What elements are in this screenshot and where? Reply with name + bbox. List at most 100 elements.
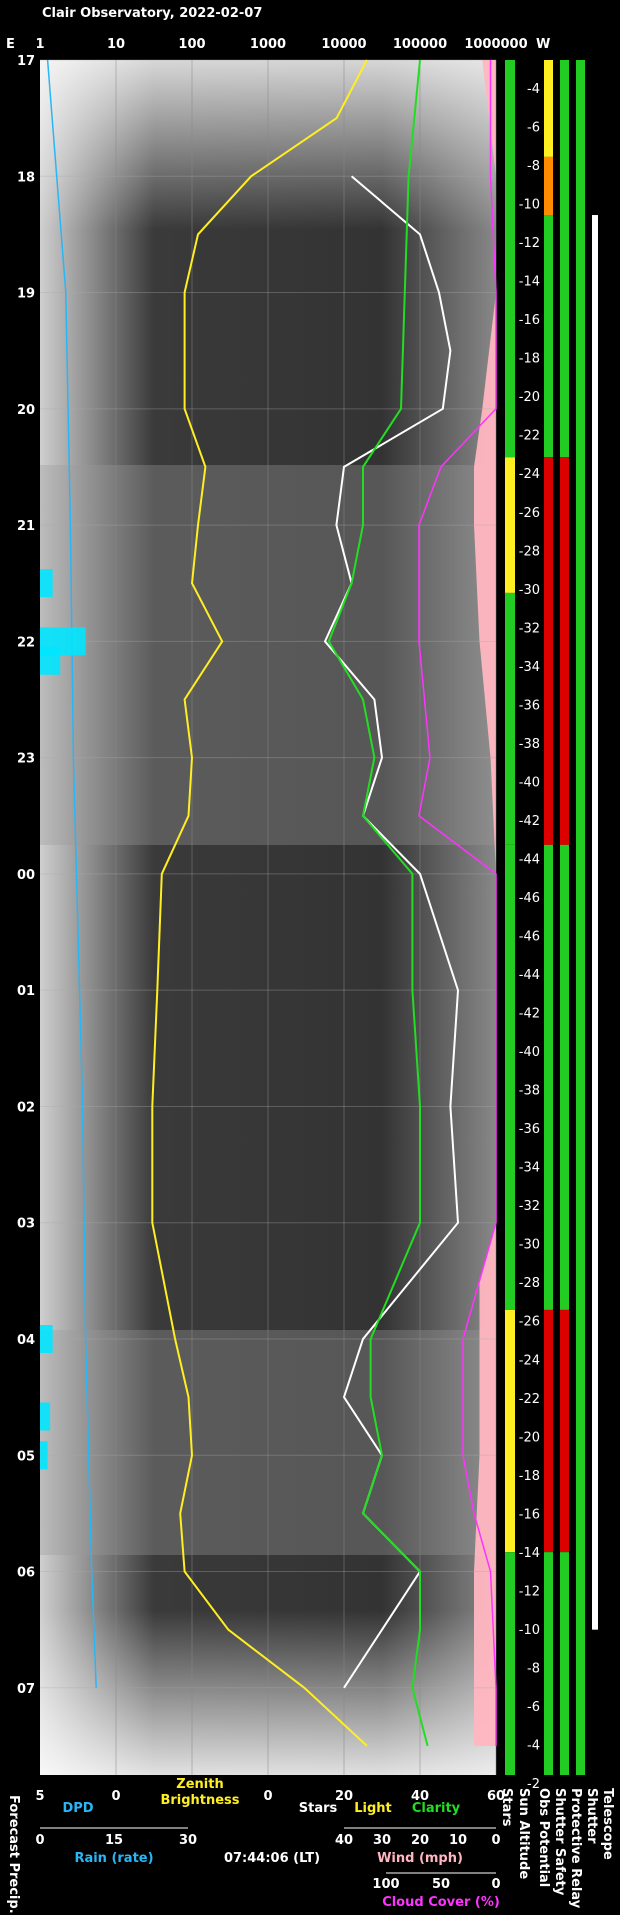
cloud-tick: 0 [491, 1877, 500, 1892]
sun-altitude-tick: -16 [519, 1507, 540, 1522]
sun-altitude-tick: -38 [519, 737, 540, 752]
hour-label: 04 [17, 1333, 35, 1348]
sun-altitude-tick: -44 [519, 852, 540, 867]
rain-tick: 30 [179, 1833, 197, 1848]
forecast-precip-label: Forecast Precip. [6, 1795, 21, 1914]
stars-column-segment [505, 60, 515, 458]
column-label: Sun Altitude [516, 1788, 531, 1879]
top-axis: E W 1 10 100 1000 10000 100000 1000000 [6, 37, 550, 52]
hour-label: 03 [17, 1217, 35, 1232]
sun-altitude-tick: -4 [527, 82, 540, 97]
cloud-tick: 50 [432, 1877, 450, 1892]
sun-altitude-tick: -46 [519, 930, 540, 945]
stars-column-segment [505, 1552, 515, 1775]
rain-bar [40, 1441, 48, 1470]
sun-altitude-tick: -30 [519, 583, 540, 598]
rain-axis-label: Rain (rate) [74, 1851, 153, 1866]
sun-altitude-tick: -6 [527, 1700, 540, 1715]
sun-altitude-tick: -22 [519, 429, 540, 444]
dpd-tick: 0 [111, 1789, 120, 1804]
hour-label: 22 [17, 635, 35, 650]
hour-label: 06 [17, 1566, 35, 1581]
hour-label: 20 [17, 403, 35, 418]
sun-altitude-tick: -24 [519, 1353, 540, 1368]
sun-altitude-tick: -40 [519, 1045, 540, 1060]
hour-labels: 17 18 19 20 21 22 23 00 01 02 03 04 05 06 07 [17, 54, 35, 1697]
sun-altitude-tick: -30 [519, 1238, 540, 1253]
sun-altitude-tick: -42 [519, 1007, 540, 1022]
column-label: Obs Potential [536, 1788, 551, 1887]
hour-label: 05 [17, 1449, 35, 1464]
west-label: W [536, 37, 550, 52]
obs-potential-segment [544, 1552, 553, 1775]
wind-tick: 20 [411, 1833, 429, 1848]
shutter-safety-segment [560, 1309, 569, 1553]
hour-label: 07 [17, 1682, 35, 1697]
stars-axis-label: Stars [299, 1801, 338, 1816]
rain-bar [40, 1402, 51, 1431]
top-tick-label: 100 [178, 37, 205, 52]
sun-altitude-tick: -40 [519, 775, 540, 790]
wind-tick: 10 [449, 1833, 467, 1848]
obs-potential-segment [544, 1309, 553, 1553]
sun-altitude-ticks: -4 -6 -8 -10 -12 -14 -16 -18 -20 -22 -24 -26 -28 -30 -… [519, 82, 540, 1792]
wind-tick: 0 [491, 1833, 500, 1848]
hour-label: 19 [17, 287, 35, 302]
top-tick-label: 1 [35, 37, 44, 52]
stars-tick: 20 [335, 1789, 353, 1804]
sun-altitude-tick: -32 [519, 1199, 540, 1214]
hour-label: 21 [17, 519, 35, 534]
shutter-safety-segment [560, 1552, 569, 1775]
shutter-safety-segment [560, 457, 569, 845]
protective-relay-segment [576, 60, 585, 1775]
sun-altitude-tick: -4 [527, 1738, 540, 1753]
stars-column-segment [505, 1309, 515, 1553]
rain-bar [40, 646, 61, 675]
obs-potential-segment [544, 215, 553, 458]
column-label: Shutter Safety [552, 1788, 567, 1896]
column-label: Protective Relay [568, 1788, 583, 1909]
sun-altitude-tick: -38 [519, 1084, 540, 1099]
column-label: Shutter [584, 1788, 599, 1844]
stars-column-segment [505, 457, 515, 593]
east-label: E [6, 37, 15, 52]
sun-altitude-tick: -36 [519, 698, 540, 713]
shutter-safety-segment [560, 844, 569, 1310]
cloud-tick: 100 [372, 1877, 399, 1892]
column-label: Telescope [600, 1788, 615, 1860]
rain-tick: 0 [35, 1833, 44, 1848]
obs-potential-segment [544, 156, 553, 216]
sun-altitude-tick: -14 [519, 1546, 540, 1561]
sun-altitude-tick: -42 [519, 814, 540, 829]
dpd-tick: 5 [35, 1789, 44, 1804]
sun-altitude-tick: -12 [519, 236, 540, 251]
column-label: Stars [499, 1788, 514, 1827]
sun-altitude-tick: -8 [527, 159, 540, 174]
stars-column-segment [505, 844, 515, 1310]
stars-column-segment [505, 592, 515, 845]
rain-tick: 15 [105, 1833, 123, 1848]
top-tick-label: 1000000 [464, 37, 527, 52]
sun-altitude-tick: -20 [519, 390, 540, 405]
stars-tick: 40 [411, 1789, 429, 1804]
hour-label: 18 [17, 170, 35, 185]
sun-altitude-tick: -22 [519, 1392, 540, 1407]
light-axis-label: Light [354, 1801, 392, 1816]
sun-altitude-tick: -36 [519, 1122, 540, 1137]
top-tick-label: 10 [107, 37, 125, 52]
sun-altitude-tick: -32 [519, 621, 540, 636]
zenith-tick: 0 [263, 1789, 272, 1804]
wind-tick: 30 [373, 1833, 391, 1848]
obs-potential-segment [544, 457, 553, 845]
sun-altitude-tick: -10 [519, 198, 540, 213]
sun-altitude-tick: -10 [519, 1623, 540, 1638]
obs-potential-segment [544, 60, 553, 157]
sun-altitude-tick: -18 [519, 352, 540, 367]
top-tick-label: 1000 [250, 37, 286, 52]
sun-altitude-tick: -24 [519, 467, 540, 482]
sun-altitude-tick: -34 [519, 1161, 540, 1176]
sun-altitude-tick: -44 [519, 968, 540, 983]
timestamp: 07:44:06 (LT) [224, 1851, 320, 1866]
shutter-segment [592, 215, 598, 1630]
chart-title: Clair Observatory, 2022-02-07 [42, 6, 262, 21]
